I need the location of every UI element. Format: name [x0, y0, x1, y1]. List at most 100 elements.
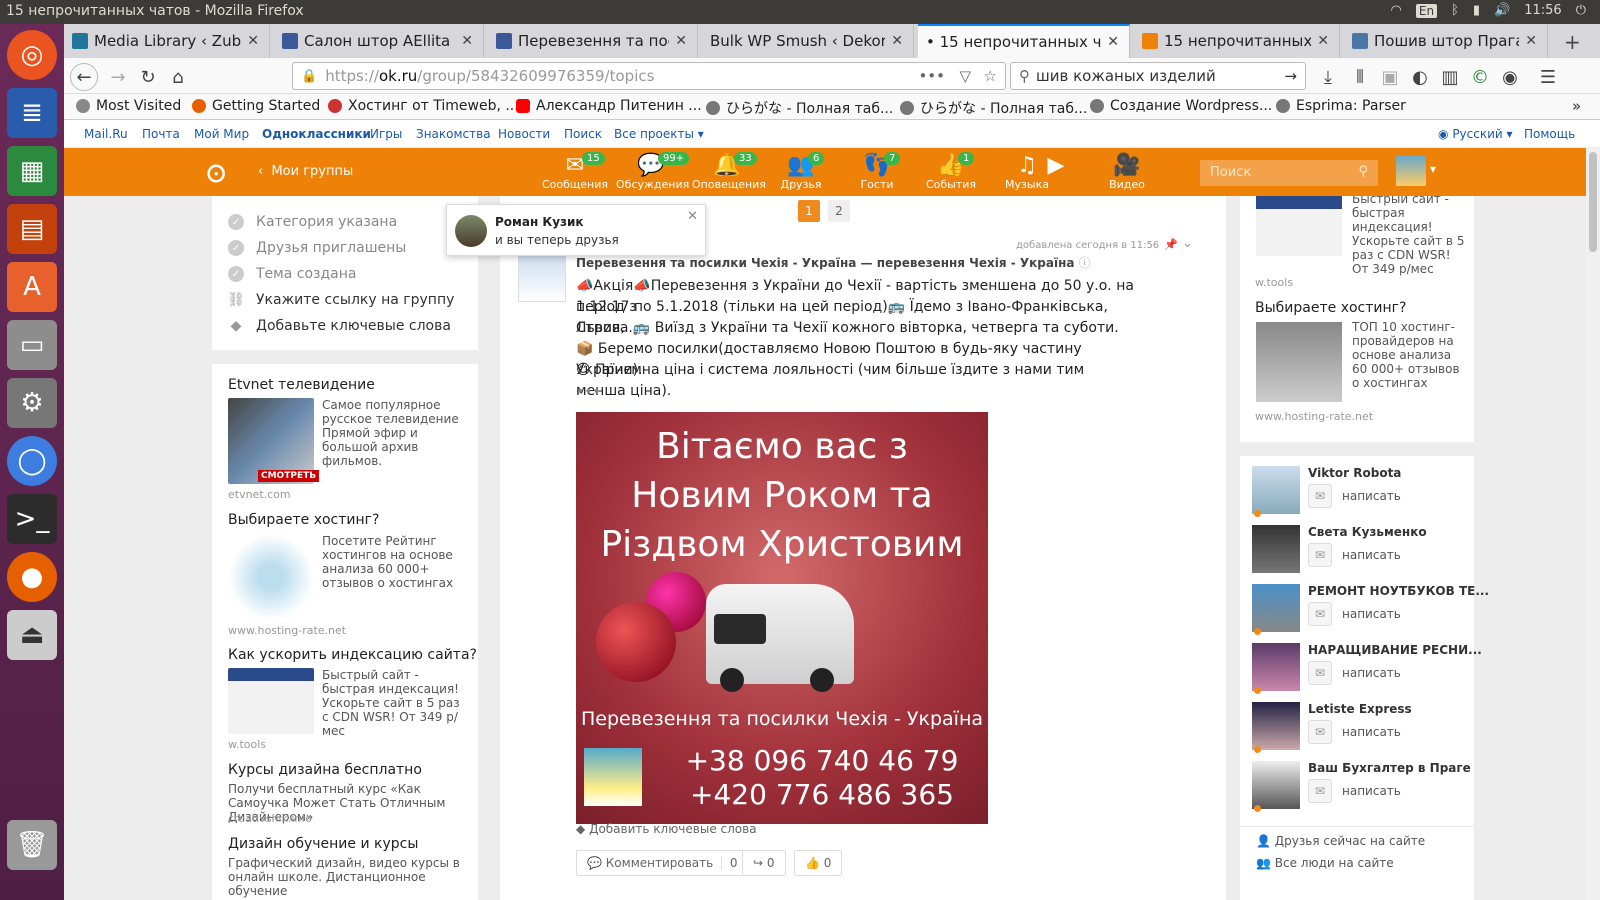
- close-tab-icon[interactable]: ✕: [891, 33, 903, 49]
- power-icon[interactable]: ⏻: [1576, 3, 1586, 18]
- nav-discussions[interactable]: 💬 Обсуждения 99+: [616, 152, 689, 191]
- mailru-link[interactable]: Mail.Ru: [84, 127, 128, 141]
- bookmark-item[interactable]: Александр Питенин ...: [516, 98, 702, 114]
- notification-name[interactable]: Роман Кузик: [495, 215, 584, 229]
- more-bookmarks-icon[interactable]: »: [1572, 97, 1581, 115]
- ad-image[interactable]: [1256, 322, 1342, 402]
- browser-tab[interactable]: Media Library ‹ Zubní klini✕: [64, 24, 270, 58]
- friend-avatar[interactable]: [1252, 466, 1300, 514]
- ad-image[interactable]: [1256, 196, 1342, 256]
- home-button[interactable]: ⌂: [164, 63, 192, 91]
- post-image[interactable]: Вітаємо вас з Новим Роком та Різдвом Хри…: [576, 412, 988, 824]
- browser-tab[interactable]: Bulk WP Smush ‹ Dekorat ✕: [702, 24, 914, 58]
- friend-name[interactable]: Letiste Express: [1308, 702, 1412, 716]
- extension-icon[interactable]: ▣: [1376, 63, 1404, 91]
- dating-link[interactable]: Знакомства: [416, 127, 491, 141]
- scrollbar-thumb[interactable]: [1589, 152, 1597, 252]
- ad-title[interactable]: Etvnet телевидение: [228, 377, 375, 393]
- close-tab-icon[interactable]: ✕: [1525, 33, 1537, 49]
- friend-avatar[interactable]: [1252, 761, 1300, 809]
- terminal-icon[interactable]: >_: [7, 494, 57, 544]
- ad-source[interactable]: w.tools: [228, 738, 266, 751]
- ad-text[interactable]: Быстрый сайт - быстрая индексация! Ускор…: [322, 668, 468, 738]
- downloads-icon[interactable]: ⤓: [1314, 63, 1342, 91]
- moimir-link[interactable]: Мой Мир: [194, 127, 249, 141]
- write-message-button[interactable]: ✉ написать: [1308, 602, 1401, 626]
- ad-image[interactable]: [228, 534, 314, 620]
- ad-text[interactable]: Графический дизайн, видео курсы в онлайн…: [228, 856, 468, 898]
- extension-icon[interactable]: ◉: [1496, 63, 1524, 91]
- close-icon[interactable]: ✕: [687, 209, 698, 224]
- library-icon[interactable]: ⫴: [1346, 63, 1374, 91]
- friend-name[interactable]: Ваш Бухгалтер в Праге: [1308, 761, 1471, 775]
- page-actions-icon[interactable]: •••: [918, 67, 945, 85]
- settings-icon[interactable]: ⚙: [7, 378, 57, 428]
- pocket-icon[interactable]: ▽: [959, 67, 971, 85]
- address-bar[interactable]: 🔒 https://ok.ru/group/58432609976359/top…: [292, 62, 1006, 90]
- ad-title[interactable]: Дизайн обучение и курсы: [228, 836, 418, 852]
- extension-au-icon[interactable]: ©: [1466, 63, 1494, 91]
- news-link[interactable]: Новости: [498, 127, 550, 141]
- writer-icon[interactable]: ≣: [7, 88, 57, 138]
- nav-events[interactable]: 👍 События 1: [916, 152, 986, 191]
- friend-name[interactable]: Света Кузьменко: [1308, 525, 1427, 539]
- friend-name[interactable]: Viktor Robota: [1308, 466, 1401, 480]
- friends-online-link[interactable]: 👤 Друзья сейчас на сайте: [1256, 834, 1425, 848]
- ubuntu-logo-icon[interactable]: ◎: [7, 30, 57, 80]
- chromium-icon[interactable]: ◯: [7, 436, 57, 486]
- browser-tab[interactable]: 15 непрочитанных ча✕: [1134, 24, 1340, 58]
- software-center-icon[interactable]: A: [7, 262, 57, 312]
- my-groups-link[interactable]: ‹ Мои группы: [258, 164, 353, 179]
- browser-tab[interactable]: Перевезення та посил✕: [488, 24, 698, 58]
- ad-title[interactable]: Выбираете хостинг?: [1255, 300, 1406, 316]
- write-message-button[interactable]: ✉ написать: [1308, 720, 1401, 744]
- ad-source[interactable]: creativshik.info: [228, 812, 312, 825]
- all-people-online-link[interactable]: 👥 Все люди на сайте: [1256, 856, 1394, 870]
- group-avatar[interactable]: [518, 254, 566, 302]
- nav-video-play[interactable]: ▶: [1036, 154, 1076, 178]
- friend-avatar[interactable]: [1252, 525, 1300, 573]
- browser-tab-active[interactable]: • 15 непрочитанных ча ✕: [918, 24, 1130, 58]
- ad-title[interactable]: Курсы дизайна бесплатно: [228, 762, 422, 778]
- ad-image[interactable]: [228, 668, 314, 734]
- checklist-keywords-item[interactable]: ◆ Добавьте ключевые слова: [228, 318, 451, 334]
- wifi-icon[interactable]: ◠: [1391, 3, 1402, 18]
- sidebar-icon[interactable]: ▥: [1436, 63, 1464, 91]
- friend-avatar[interactable]: [1252, 702, 1300, 750]
- search-link[interactable]: Поиск: [564, 127, 602, 141]
- ad-source[interactable]: etvnet.com: [228, 488, 291, 501]
- battery-icon[interactable]: ▮: [1473, 3, 1480, 18]
- all-projects-link[interactable]: Все проекты ▾: [614, 127, 704, 141]
- usb-drive-icon[interactable]: ⏏: [7, 610, 57, 660]
- browser-tab[interactable]: Пошив штор Прага - ст✕: [1344, 24, 1548, 58]
- friend-avatar[interactable]: [1252, 584, 1300, 632]
- ok-logo-icon[interactable]: ꖴ: [206, 160, 226, 191]
- page-button-active[interactable]: 1: [798, 200, 820, 222]
- more-text-button[interactable]: •••: [576, 384, 601, 400]
- page-button[interactable]: 2: [828, 200, 850, 222]
- impress-icon[interactable]: ▤: [7, 204, 57, 254]
- add-keywords-link[interactable]: ◆ Добавить ключевые слова: [576, 822, 757, 836]
- clock[interactable]: 11:56: [1524, 3, 1561, 18]
- ad-text[interactable]: ТОП 10 хостинг-провайдеров на основе ана…: [1352, 320, 1468, 390]
- bookmark-star-icon[interactable]: ☆: [984, 67, 997, 85]
- close-tab-icon[interactable]: ✕: [1317, 33, 1329, 49]
- bookmark-item[interactable]: Getting Started: [192, 98, 320, 114]
- ad-text[interactable]: Быстрый сайт - быстрая индексация! Ускор…: [1352, 196, 1468, 276]
- share-button[interactable]: ↪ 0: [742, 850, 786, 876]
- chevron-down-icon[interactable]: ▾: [1430, 162, 1436, 176]
- write-message-button[interactable]: ✉ написать: [1308, 779, 1401, 803]
- ad-source[interactable]: www.hosting-rate.net: [228, 624, 346, 637]
- friend-notification-popup[interactable]: Роман Кузик и вы теперь друзья ✕: [446, 204, 706, 256]
- close-tab-icon[interactable]: ✕: [1107, 34, 1119, 50]
- games-link[interactable]: Игры: [370, 127, 402, 141]
- nav-guests[interactable]: 👣 Гости 7: [842, 152, 912, 191]
- close-tab-icon[interactable]: ✕: [675, 33, 687, 49]
- friend-name[interactable]: РЕМОНТ НОУТБУКОВ ТЕ...: [1308, 584, 1489, 598]
- pin-icon[interactable]: 📌: [1164, 238, 1178, 251]
- volume-icon[interactable]: 🔊: [1494, 3, 1510, 18]
- comment-button[interactable]: 💬 Комментировать 0: [576, 850, 749, 876]
- odnoklassniki-link[interactable]: Одноклассники: [262, 127, 371, 141]
- bookmark-item[interactable]: Хостинг от Timeweb, ...: [328, 98, 519, 114]
- search-input[interactable]: ⚲ шив кожаных изделий →: [1010, 62, 1306, 90]
